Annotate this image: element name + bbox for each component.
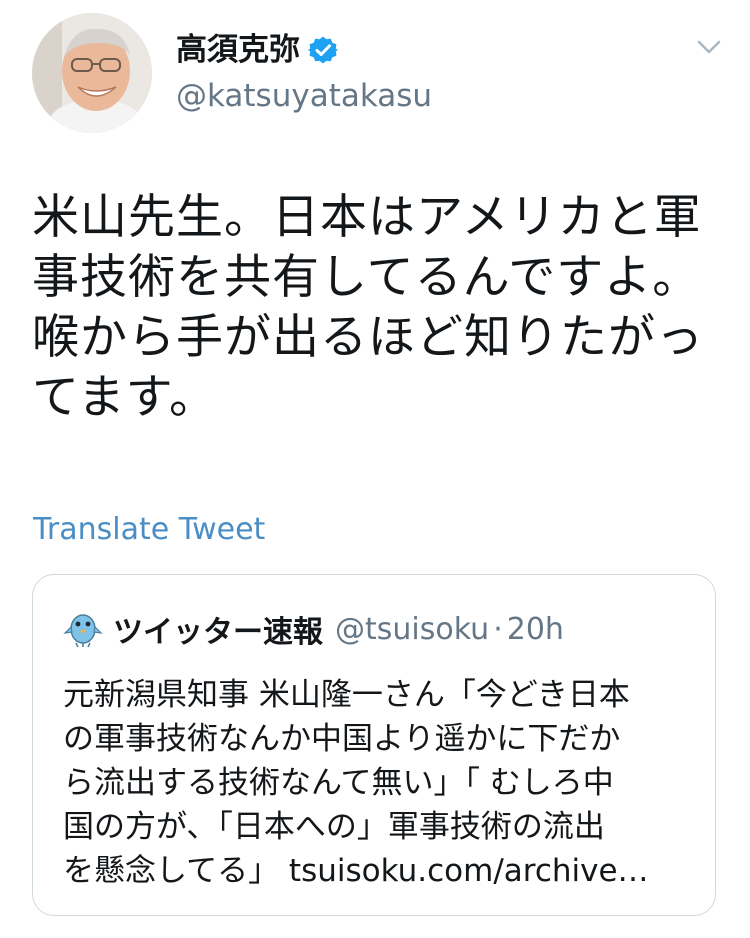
author-handle[interactable]: @katsuyatakasu — [176, 74, 432, 118]
author-avatar[interactable] — [32, 13, 152, 133]
avatar-photo — [32, 13, 152, 133]
quoted-display-name: ツイッター速報 — [113, 615, 323, 650]
quoted-handle: @tsuisoku — [335, 611, 490, 647]
quoted-tweet-card[interactable]: ツイッター速報 @tsuisoku · 20h 元新潟県知事 米山隆一さん「今ど… — [32, 574, 716, 916]
bird-icon — [63, 609, 103, 649]
quoted-tweet-header: ツイッター速報 @tsuisoku · 20h — [63, 607, 564, 651]
quoted-separator: · — [493, 611, 503, 647]
chevron-down-icon[interactable] — [696, 38, 722, 56]
quoted-tweet-body: 元新潟県知事 米山隆一さん「今どき日本 の軍事技術なんか中国より遥かに下だか ら… — [63, 677, 649, 889]
translate-tweet-link[interactable]: Translate Tweet — [33, 510, 265, 550]
author-display-name[interactable]: 高須克弥 — [176, 28, 300, 72]
quoted-timestamp: 20h — [506, 611, 564, 647]
tweet-header: 高須克弥 @katsuyatakasu — [0, 0, 750, 150]
tweet-body: 米山先生。日本はアメリカと軍 事技術を共有してるんですよ。 喉から手が出るほど知… — [32, 190, 704, 425]
author-name-row: 高須克弥 — [176, 28, 338, 72]
verified-badge-icon — [308, 35, 338, 65]
